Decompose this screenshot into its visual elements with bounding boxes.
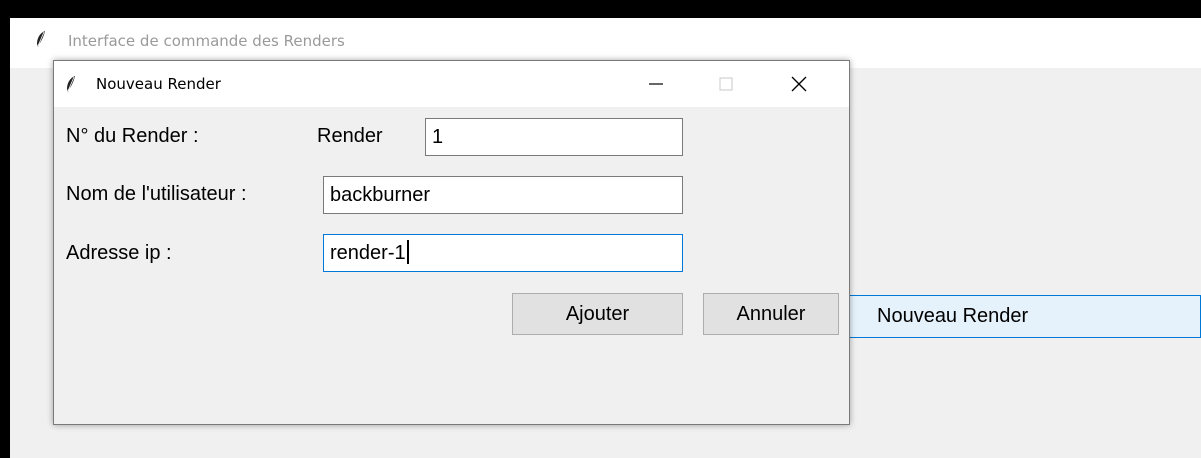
- dialog-title-bar[interactable]: Nouveau Render: [54, 61, 849, 107]
- dialog-title: Nouveau Render: [96, 75, 221, 93]
- ip-address-value: render-1: [330, 242, 406, 264]
- annuler-button[interactable]: Annuler: [703, 293, 839, 335]
- close-icon: [791, 76, 807, 92]
- maximize-button: [691, 61, 761, 107]
- ajouter-button[interactable]: Ajouter: [512, 293, 683, 335]
- ip-address-label: Adresse ip :: [66, 242, 172, 264]
- render-number-input[interactable]: 1: [425, 118, 683, 156]
- nouveau-render-button[interactable]: Nouveau Render: [848, 295, 1201, 338]
- text-caret: [406, 239, 409, 264]
- minimize-icon: [649, 83, 663, 85]
- ip-address-input[interactable]: render-1: [323, 234, 683, 272]
- minimize-button[interactable]: [621, 61, 691, 107]
- username-label: Nom de l'utilisateur :: [66, 183, 247, 205]
- maximize-icon: [719, 77, 733, 91]
- feather-icon: [37, 31, 45, 47]
- render-number-label: N° du Render :: [66, 125, 199, 147]
- username-input[interactable]: backburner: [323, 176, 683, 214]
- render-prefix-label: Render: [317, 125, 383, 147]
- main-window-title: Interface de commande des Renders: [68, 32, 345, 50]
- close-button[interactable]: [764, 61, 834, 107]
- nouveau-render-dialog: Nouveau Render N° du Render : Render 1 N…: [53, 60, 850, 425]
- feather-icon: [67, 76, 75, 92]
